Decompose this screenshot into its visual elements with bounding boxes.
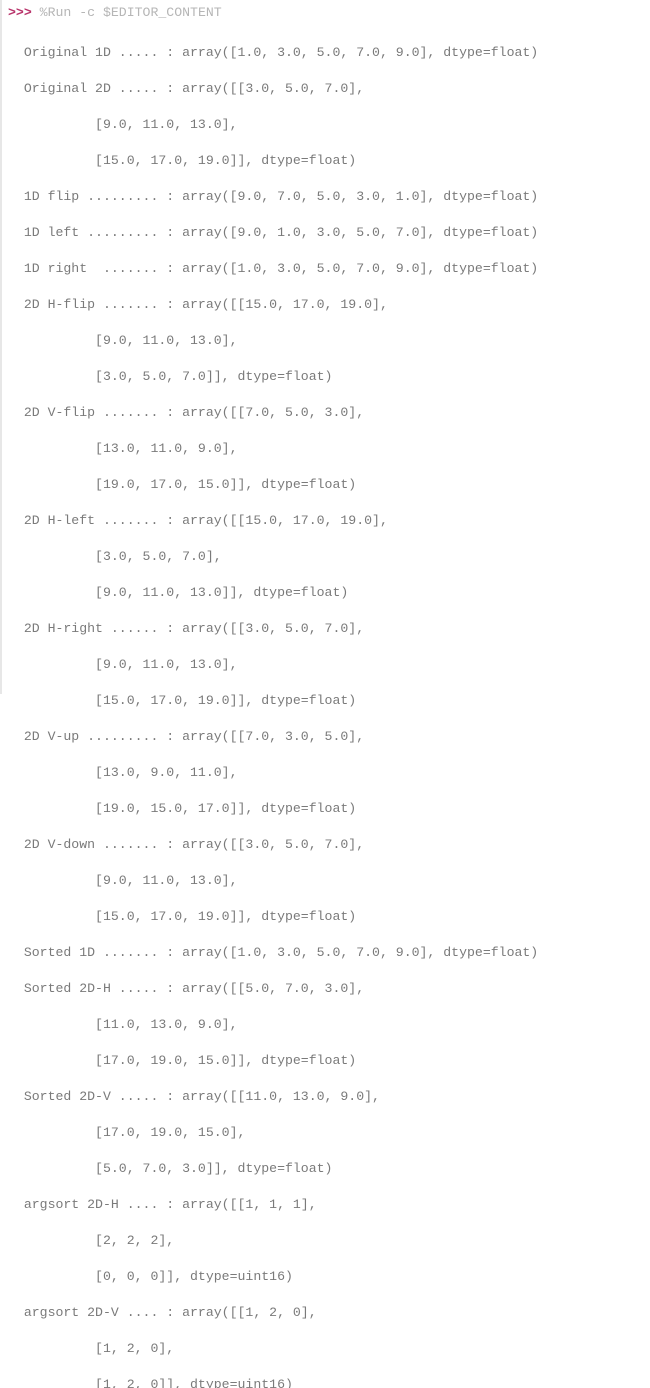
output-line: 2D H-flip ....... : array([[15.0, 17.0, … xyxy=(8,296,644,314)
output-line: [15.0, 17.0, 19.0]], dtype=float) xyxy=(8,152,644,170)
output-line: argsort 2D-H .... : array([[1, 1, 1], xyxy=(8,1196,644,1214)
output-line: [11.0, 13.0, 9.0], xyxy=(8,1016,644,1034)
output-line: Sorted 2D-V ..... : array([[11.0, 13.0, … xyxy=(8,1088,644,1106)
output-line: [15.0, 17.0, 19.0]], dtype=float) xyxy=(8,908,644,926)
repl-output: Original 1D ..... : array([1.0, 3.0, 5.0… xyxy=(2,22,650,1388)
output-line: [13.0, 11.0, 9.0], xyxy=(8,440,644,458)
output-line: [1, 2, 0]], dtype=uint16) xyxy=(8,1376,644,1388)
output-line: [2, 2, 2], xyxy=(8,1232,644,1250)
output-line: [3.0, 5.0, 7.0]], dtype=float) xyxy=(8,368,644,386)
output-line: [9.0, 11.0, 13.0], xyxy=(8,332,644,350)
output-line: [9.0, 11.0, 13.0], xyxy=(8,872,644,890)
output-line: [17.0, 19.0, 15.0]], dtype=float) xyxy=(8,1052,644,1070)
output-line: 1D left ......... : array([9.0, 1.0, 3.0… xyxy=(8,224,644,242)
output-line: [9.0, 11.0, 13.0], xyxy=(8,656,644,674)
output-line: [19.0, 15.0, 17.0]], dtype=float) xyxy=(8,800,644,818)
output-line: [0, 0, 0]], dtype=uint16) xyxy=(8,1268,644,1286)
output-line: Sorted 2D-H ..... : array([[5.0, 7.0, 3.… xyxy=(8,980,644,998)
repl-prompt[interactable]: >>> %Run -c $EDITOR_CONTENT xyxy=(2,0,650,22)
output-line: [13.0, 9.0, 11.0], xyxy=(8,764,644,782)
output-line: 1D flip ......... : array([9.0, 7.0, 5.0… xyxy=(8,188,644,206)
output-line: [5.0, 7.0, 3.0]], dtype=float) xyxy=(8,1160,644,1178)
prompt-arrows: >>> xyxy=(8,5,32,20)
prompt-command: %Run -c $EDITOR_CONTENT xyxy=(32,5,222,20)
output-line: [15.0, 17.0, 19.0]], dtype=float) xyxy=(8,692,644,710)
output-line: [17.0, 19.0, 15.0], xyxy=(8,1124,644,1142)
output-line: 1D right ....... : array([1.0, 3.0, 5.0,… xyxy=(8,260,644,278)
output-line: Original 1D ..... : array([1.0, 3.0, 5.0… xyxy=(8,44,644,62)
output-line: [9.0, 11.0, 13.0], xyxy=(8,116,644,134)
output-line: argsort 2D-V .... : array([[1, 2, 0], xyxy=(8,1304,644,1322)
output-line: 2D V-flip ....... : array([[7.0, 5.0, 3.… xyxy=(8,404,644,422)
output-line: Original 2D ..... : array([[3.0, 5.0, 7.… xyxy=(8,80,644,98)
output-line: [9.0, 11.0, 13.0]], dtype=float) xyxy=(8,584,644,602)
output-line: 2D H-right ...... : array([[3.0, 5.0, 7.… xyxy=(8,620,644,638)
output-line: [19.0, 17.0, 15.0]], dtype=float) xyxy=(8,476,644,494)
output-line: [1, 2, 0], xyxy=(8,1340,644,1358)
output-line: 2D H-left ....... : array([[15.0, 17.0, … xyxy=(8,512,644,530)
output-line: [3.0, 5.0, 7.0], xyxy=(8,548,644,566)
output-line: Sorted 1D ....... : array([1.0, 3.0, 5.0… xyxy=(8,944,644,962)
output-line: 2D V-down ....... : array([[3.0, 5.0, 7.… xyxy=(8,836,644,854)
output-line: 2D V-up ......... : array([[7.0, 3.0, 5.… xyxy=(8,728,644,746)
